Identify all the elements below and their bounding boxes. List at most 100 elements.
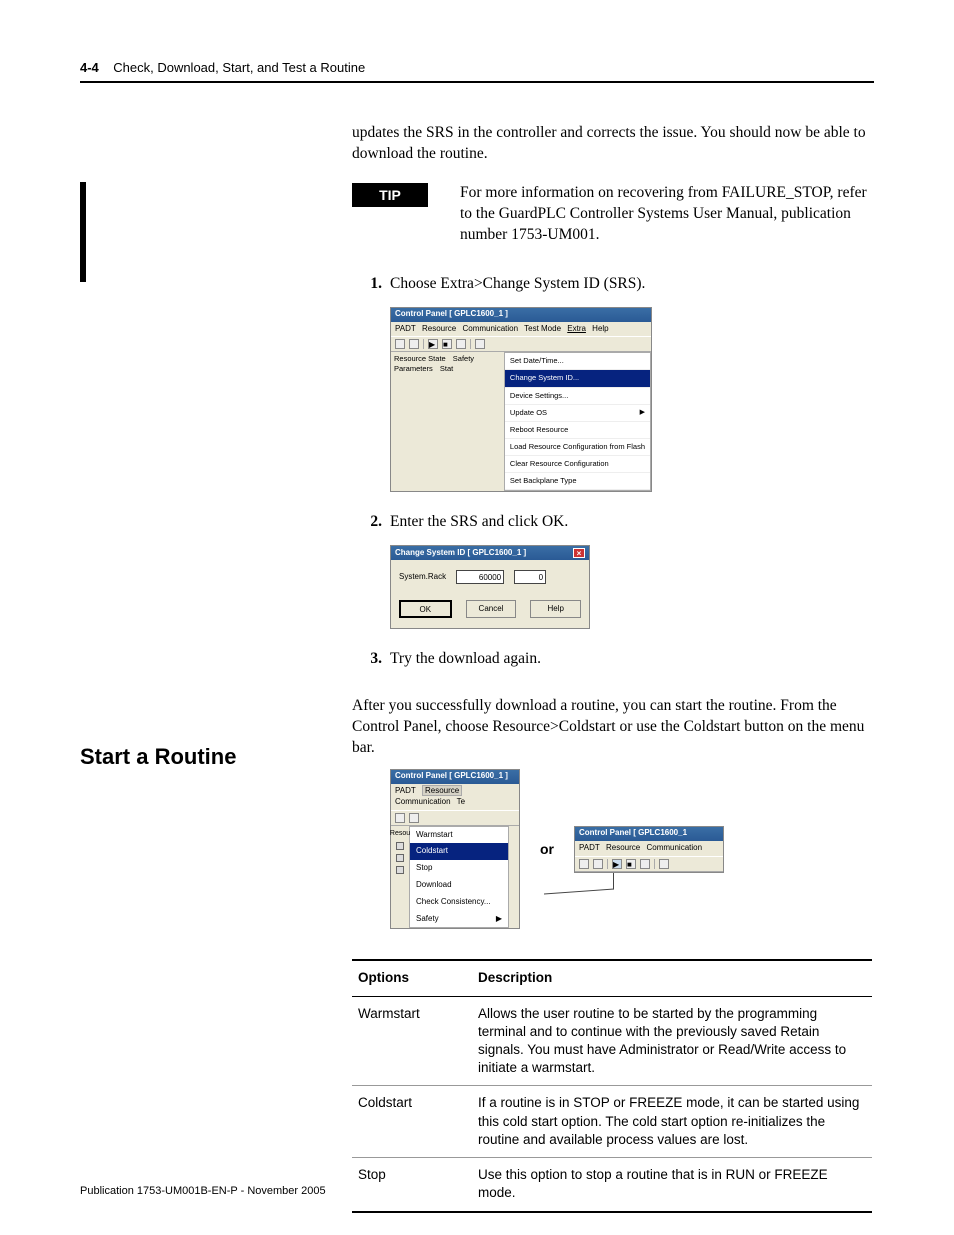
ok-button[interactable]: OK xyxy=(399,600,452,618)
toolbar-icon[interactable] xyxy=(456,339,466,349)
section-paragraph: After you successfully download a routin… xyxy=(352,696,872,759)
help-button[interactable]: Help xyxy=(530,600,581,618)
options-table: Options Description Warmstart Allows the… xyxy=(352,959,872,1212)
toolbar-icon[interactable] xyxy=(395,813,405,823)
tab-stat[interactable]: Stat xyxy=(440,364,453,373)
menu-safety[interactable]: Safety▶ xyxy=(410,911,508,928)
menu-extra[interactable]: Extra xyxy=(567,324,586,333)
col-description: Description xyxy=(472,960,872,996)
or-label: or xyxy=(540,841,554,857)
menu-set-date-time[interactable]: Set Date/Time... xyxy=(505,353,650,370)
step-2-text: Enter the SRS and click OK. xyxy=(390,512,568,533)
toolbar-icon[interactable] xyxy=(409,813,419,823)
menubar: PADT Resource Communication Te xyxy=(391,784,519,810)
section-heading: Start a Routine xyxy=(80,746,236,768)
menu-device-settings[interactable]: Device Settings... xyxy=(505,388,650,405)
screenshot-resource-menu: Control Panel [ GPLC1600_1 ] PADT Resour… xyxy=(390,769,520,929)
step-3-text: Try the download again. xyxy=(390,649,541,670)
menu-test-mode[interactable]: Te xyxy=(457,797,465,806)
step-1-number: 1. xyxy=(352,274,382,295)
screenshot-toolbar-coldstart: Control Panel [ GPLC1600_1 PADT Resource… xyxy=(574,826,724,873)
change-bar xyxy=(80,182,86,282)
menu-stop[interactable]: Stop xyxy=(410,860,508,877)
desc-warmstart: Allows the user routine to be started by… xyxy=(472,996,872,1086)
col-options: Options xyxy=(352,960,472,996)
menu-update-os[interactable]: Update OS▶ xyxy=(505,405,650,422)
screenshot-change-system-id-dialog: Change System ID [ GPLC1600_1 ] × System… xyxy=(390,545,590,629)
menu-load-resource-config[interactable]: Load Resource Configuration from Flash xyxy=(505,439,650,456)
desc-stop: Use this option to stop a routine that i… xyxy=(472,1158,872,1212)
titlebar: Change System ID [ GPLC1600_1 ] × xyxy=(391,546,589,560)
toolbar-icon[interactable] xyxy=(579,859,589,869)
menu-change-system-id[interactable]: Change System ID... xyxy=(505,370,650,387)
input-srs-major[interactable]: 60000 xyxy=(456,570,504,584)
menubar: PADT Resource Communication Test Mode Ex… xyxy=(391,322,651,337)
toolbar: ▶ ■ xyxy=(575,856,723,872)
label-system-rack: System.Rack xyxy=(399,572,446,583)
menu-communication[interactable]: Communication xyxy=(462,324,518,333)
toolbar-icon[interactable] xyxy=(409,339,419,349)
lead-paragraph: updates the SRS in the controller and co… xyxy=(352,123,872,165)
play-icon[interactable] xyxy=(396,842,404,850)
step-3-number: 3. xyxy=(352,649,382,670)
menu-padt[interactable]: PADT xyxy=(395,786,416,795)
screenshot-control-panel-extra-menu: Control Panel [ GPLC1600_1 ] PADT Resour… xyxy=(390,307,652,493)
extra-dropdown: Set Date/Time... Change System ID... Dev… xyxy=(504,352,651,491)
coldstart-button[interactable]: ▶ xyxy=(612,859,622,869)
menu-warmstart[interactable]: Warmstart xyxy=(410,827,508,844)
table-row: Warmstart Allows the user routine to be … xyxy=(352,996,872,1086)
chapter-title: Check, Download, Start, and Test a Routi… xyxy=(113,60,365,75)
menu-set-backplane-type[interactable]: Set Backplane Type xyxy=(505,473,650,490)
tab-resource-state[interactable]: Resource State xyxy=(394,354,446,363)
menu-reboot-resource[interactable]: Reboot Resource xyxy=(505,422,650,439)
publication-footer: Publication 1753-UM001B-EN-P - November … xyxy=(80,1185,326,1197)
titlebar: Control Panel [ GPLC1600_1 xyxy=(575,827,723,841)
separator-icon xyxy=(654,859,655,869)
menu-coldstart[interactable]: Coldstart xyxy=(410,843,508,860)
menu-padt[interactable]: PADT xyxy=(579,843,600,852)
tip-label: TIP xyxy=(352,183,428,207)
menu-padt[interactable]: PADT xyxy=(395,324,416,333)
toolbar-icon[interactable] xyxy=(593,859,603,869)
separator-icon xyxy=(470,339,471,349)
download-icon[interactable] xyxy=(396,866,404,874)
step-2: 2. Enter the SRS and click OK. xyxy=(352,512,872,533)
play-icon[interactable]: ▶ xyxy=(428,339,438,349)
toolbar-icon[interactable] xyxy=(475,339,485,349)
step-2-number: 2. xyxy=(352,512,382,533)
tip-text: For more information on recovering from … xyxy=(460,183,872,246)
menu-clear-resource-config[interactable]: Clear Resource Configuration xyxy=(505,456,650,473)
opt-warmstart: Warmstart xyxy=(352,996,472,1086)
cancel-button[interactable]: Cancel xyxy=(466,600,517,618)
step-3: 3. Try the download again. xyxy=(352,649,872,670)
menu-check-consistency[interactable]: Check Consistency... xyxy=(410,894,508,911)
separator-icon xyxy=(607,859,608,869)
stop-icon[interactable]: ■ xyxy=(442,339,452,349)
menu-test-mode[interactable]: Test Mode xyxy=(524,324,561,333)
tabs: Resource State Safety Parameters Stat xyxy=(391,352,504,491)
stop-icon[interactable]: ■ xyxy=(626,859,636,869)
titlebar: Control Panel [ GPLC1600_1 ] xyxy=(391,308,651,322)
close-icon[interactable]: × xyxy=(573,548,585,558)
titlebar: Control Panel [ GPLC1600_1 ] xyxy=(391,770,519,784)
stop-icon[interactable] xyxy=(396,854,404,862)
toolbar-icon[interactable] xyxy=(640,859,650,869)
toolbar-icon[interactable] xyxy=(395,339,405,349)
menu-help[interactable]: Help xyxy=(592,324,608,333)
left-label: Resou xyxy=(390,829,410,838)
desc-coldstart: If a routine is in STOP or FREEZE mode, … xyxy=(472,1086,872,1158)
menu-communication[interactable]: Communication xyxy=(395,797,451,806)
submenu-arrow-icon: ▶ xyxy=(640,408,645,417)
opt-stop: Stop xyxy=(352,1158,472,1212)
tip-block: TIP For more information on recovering f… xyxy=(352,183,872,246)
menu-resource[interactable]: Resource xyxy=(422,324,456,333)
titlebar-text: Change System ID [ GPLC1600_1 ] xyxy=(395,548,526,559)
input-srs-minor[interactable]: 0 xyxy=(514,570,546,584)
menu-resource[interactable]: Resource xyxy=(422,785,462,796)
toolbar-icon[interactable] xyxy=(659,859,669,869)
resource-dropdown: Warmstart Coldstart Stop Download Check … xyxy=(409,826,509,929)
menu-communication[interactable]: Communication xyxy=(646,843,702,852)
menu-download[interactable]: Download xyxy=(410,877,508,894)
menu-resource[interactable]: Resource xyxy=(606,843,640,852)
running-header: 4-4 Check, Download, Start, and Test a R… xyxy=(80,60,874,83)
